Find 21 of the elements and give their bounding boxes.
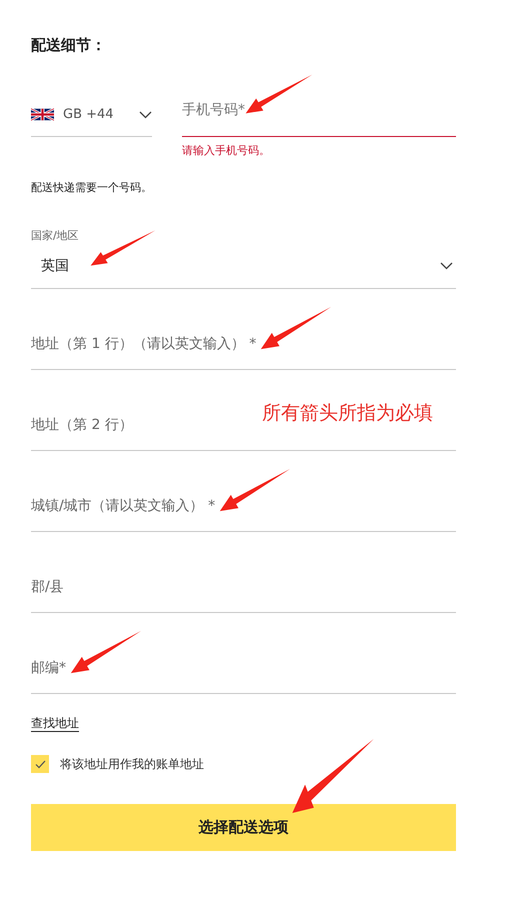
section-heading: 配送细节： [31, 35, 107, 56]
error-message: 请输入手机号码。 [182, 144, 271, 158]
chevron-down-icon [440, 262, 453, 270]
country-code-select[interactable]: GB +44 [31, 71, 152, 137]
address-field[interactable]: 邮编* [31, 613, 456, 694]
address-field[interactable]: 城镇/城市（请以英文输入） * [31, 451, 456, 532]
phone-field[interactable]: 手机号码* [182, 71, 456, 137]
field-label: 国家/地区 [31, 228, 80, 244]
address-field[interactable]: 郡/县 [31, 532, 456, 613]
flag-icon [31, 107, 54, 122]
select-shipping-button[interactable]: 选择配送选项 [31, 804, 456, 851]
find-address-link[interactable]: 查找地址 [31, 714, 79, 732]
annotation-note: 所有箭头所指为必填 [262, 401, 433, 425]
checkmark-icon [34, 760, 46, 768]
checkbox-label: 将该地址用作我的账单地址 [60, 756, 204, 772]
annotation-arrow [88, 228, 158, 268]
address-field[interactable]: 地址（第 1 行）（请以英文输入） * [31, 289, 456, 370]
checkbox[interactable] [31, 755, 49, 773]
country-select[interactable]: 英国 [31, 244, 456, 289]
hint-text: 配送快递需要一个号码。 [31, 180, 153, 196]
chevron-down-icon [139, 111, 152, 119]
